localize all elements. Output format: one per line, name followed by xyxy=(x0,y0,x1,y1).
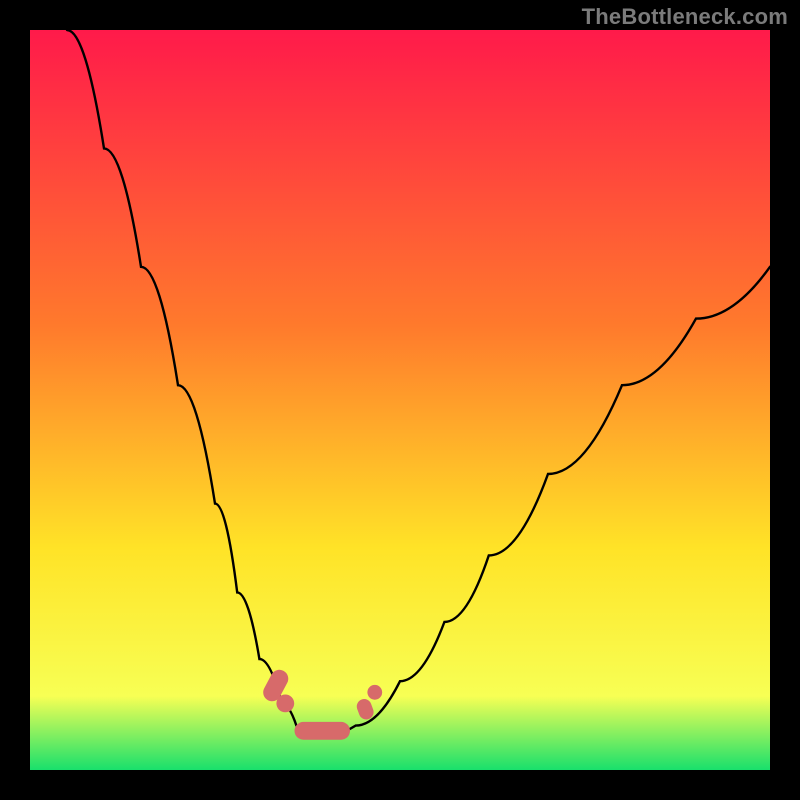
plot-area xyxy=(30,30,770,770)
marker-right-dot xyxy=(367,685,382,700)
marker-bottom-bar xyxy=(295,722,351,740)
attribution-text: TheBottleneck.com xyxy=(582,4,788,30)
plot-svg xyxy=(30,30,770,770)
gradient-background xyxy=(30,30,770,770)
outer-frame: TheBottleneck.com xyxy=(0,0,800,800)
marker-left-cluster-dot xyxy=(276,695,294,713)
